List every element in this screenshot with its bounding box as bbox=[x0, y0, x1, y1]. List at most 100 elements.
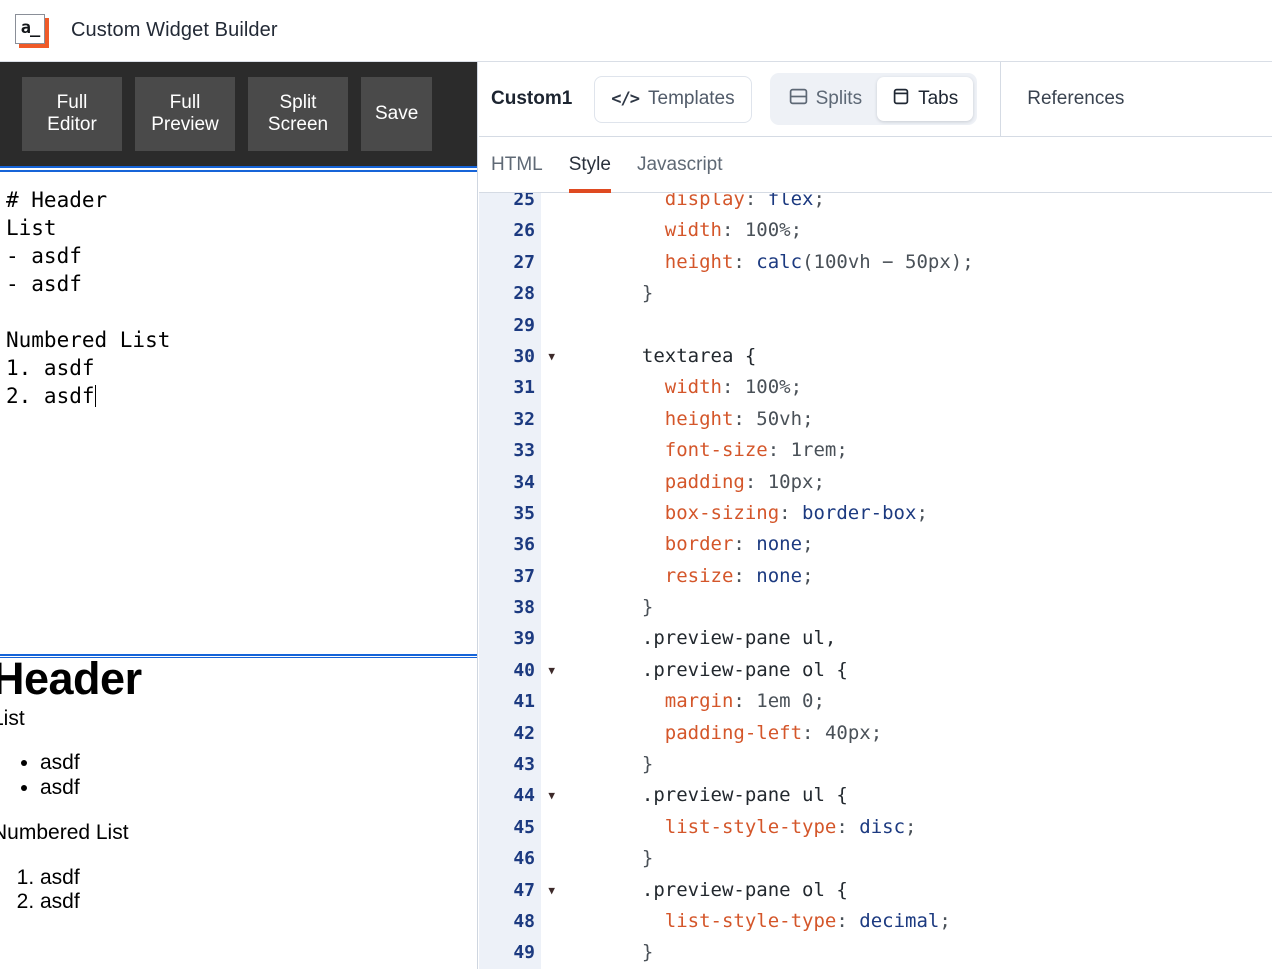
code-editor[interactable]: 25 display: flex; 26 width: 100%; 27 heigh… bbox=[479, 193, 1272, 969]
tabs-label: Tabs bbox=[918, 88, 959, 109]
save-button[interactable]: Save bbox=[361, 77, 433, 151]
code-token: list-style-type bbox=[664, 815, 837, 838]
splits-label: Splits bbox=[815, 88, 863, 109]
code-line[interactable]: 26 width: 100%; bbox=[479, 215, 1272, 247]
code-line-text: textarea { bbox=[541, 341, 756, 372]
code-token: ; bbox=[790, 376, 803, 399]
line-number: 32 bbox=[479, 403, 541, 436]
code-token: ; bbox=[790, 219, 803, 242]
code-line[interactable]: 28 } bbox=[479, 278, 1272, 310]
line-number: 47 ▼ bbox=[479, 874, 555, 906]
line-number: 27 bbox=[479, 246, 541, 279]
fold-triangle-icon[interactable]: ▼ bbox=[548, 341, 555, 372]
tab-javascript[interactable]: Javascript bbox=[637, 137, 723, 193]
code-line[interactable]: 45 list-style-type: disc; bbox=[479, 811, 1272, 844]
editor-preview-divider[interactable] bbox=[0, 654, 477, 658]
code-line[interactable]: 35 box-sizing: border-box; bbox=[479, 497, 1272, 530]
code-token: : bbox=[721, 219, 745, 242]
full-editor-button[interactable]: Full Editor bbox=[22, 77, 122, 151]
code-token: } bbox=[619, 847, 654, 870]
code-line[interactable]: 32 height: 50vh; bbox=[479, 403, 1272, 436]
code-line[interactable]: 41 margin: 1em 0; bbox=[479, 686, 1272, 718]
code-line-text: } bbox=[541, 843, 653, 874]
code-line-text: } bbox=[541, 937, 653, 968]
code-line[interactable]: 30 ▼ textarea { bbox=[479, 340, 1272, 373]
list-item: asdf bbox=[40, 776, 477, 801]
code-line[interactable]: 48 list-style-type: decimal; bbox=[479, 905, 1272, 938]
line-number: 30 ▼ bbox=[479, 340, 555, 373]
code-token: ; bbox=[813, 470, 825, 493]
code-line[interactable]: 37 resize: none; bbox=[479, 560, 1272, 593]
code-token: flex bbox=[767, 193, 814, 210]
code-line[interactable]: 44 ▼ .preview-pane ul { bbox=[479, 780, 1272, 812]
markdown-source-editor[interactable]: # Header List - asdf - asdf Numbered Lis… bbox=[0, 172, 477, 654]
code-line[interactable]: 25 display: flex; bbox=[479, 193, 1272, 216]
code-token: : bbox=[733, 564, 757, 587]
full-preview-button[interactable]: Full Preview bbox=[135, 77, 235, 151]
tab-html[interactable]: HTML bbox=[491, 137, 543, 193]
preview-heading: Header bbox=[0, 659, 142, 704]
app-titlebar: a_ Custom Widget Builder bbox=[0, 0, 1272, 62]
code-line[interactable]: 38 } bbox=[479, 592, 1272, 624]
code-line[interactable]: 42 padding-left: 40px; bbox=[479, 717, 1272, 750]
code-line[interactable]: 34 padding: 10px; bbox=[479, 466, 1272, 498]
code-token: ; bbox=[916, 501, 928, 524]
code-token: } bbox=[619, 282, 654, 305]
code-token: ; bbox=[939, 909, 951, 932]
code-token: 100vh − 50px bbox=[813, 250, 951, 273]
markdown-preview-pane: Header List asdf asdf Numbered List asdf… bbox=[0, 659, 477, 969]
code-line[interactable]: 31 width: 100%; bbox=[479, 372, 1272, 404]
code-token: list-style-type bbox=[664, 909, 837, 932]
code-token: : bbox=[733, 690, 757, 713]
templates-button[interactable]: </> Templates bbox=[594, 75, 752, 123]
code-token: } bbox=[619, 941, 654, 964]
code-token: width bbox=[664, 219, 722, 242]
tab-style[interactable]: Style bbox=[568, 137, 612, 193]
code-line[interactable]: 49 } bbox=[479, 937, 1272, 969]
line-number: 25 bbox=[479, 193, 541, 216]
code-line-text: .preview-pane ul, bbox=[541, 623, 836, 654]
splits-mode-button[interactable]: Splits bbox=[774, 77, 877, 121]
code-token: display bbox=[664, 193, 745, 210]
tabs-mode-button[interactable]: Tabs bbox=[877, 77, 974, 121]
code-line[interactable]: 33 font-size: 1rem; bbox=[479, 435, 1272, 467]
code-line-text: list-style-type: disc; bbox=[541, 812, 917, 843]
code-token: resize bbox=[664, 564, 734, 587]
fold-triangle-icon[interactable]: ▼ bbox=[548, 875, 555, 906]
code-line[interactable]: 36 border: none; bbox=[479, 529, 1272, 561]
references-button[interactable]: References bbox=[1000, 62, 1150, 137]
code-token: ); bbox=[950, 250, 974, 273]
code-line[interactable]: 40 ▼ .preview-pane ol { bbox=[479, 654, 1272, 687]
code-line[interactable]: 27 height: calc(100vh − 50px); bbox=[479, 246, 1272, 279]
code-line[interactable]: 46 } bbox=[479, 843, 1272, 875]
fold-triangle-icon[interactable]: ▼ bbox=[548, 655, 555, 686]
split-screen-button[interactable]: Split Screen bbox=[248, 77, 348, 151]
code-token: : bbox=[721, 376, 745, 399]
code-token: : bbox=[744, 470, 768, 493]
code-token: : bbox=[733, 407, 757, 430]
code-line[interactable]: 43 } bbox=[479, 749, 1272, 781]
left-pane: Full Editor Full Preview Split Screen Sa… bbox=[0, 62, 478, 969]
document-name: Custom1 bbox=[491, 88, 573, 109]
fold-triangle-icon[interactable]: ▼ bbox=[548, 780, 555, 811]
line-number: 40 ▼ bbox=[479, 654, 555, 687]
code-token: : bbox=[733, 533, 757, 556]
code-token: .preview-pane ul { bbox=[619, 784, 848, 807]
code-line[interactable]: 47 ▼ .preview-pane ol { bbox=[479, 874, 1272, 906]
layout-mode-segmented-control: Splits Tabs bbox=[769, 73, 978, 125]
line-number: 49 bbox=[479, 937, 541, 969]
code-line[interactable]: 39 .preview-pane ul, bbox=[479, 623, 1272, 655]
code-token: calc bbox=[756, 250, 803, 273]
templates-button-label: Templates bbox=[648, 88, 735, 109]
line-number: 36 bbox=[479, 529, 541, 561]
line-number: 38 bbox=[479, 592, 541, 624]
code-line[interactable]: 29 bbox=[479, 309, 1272, 341]
